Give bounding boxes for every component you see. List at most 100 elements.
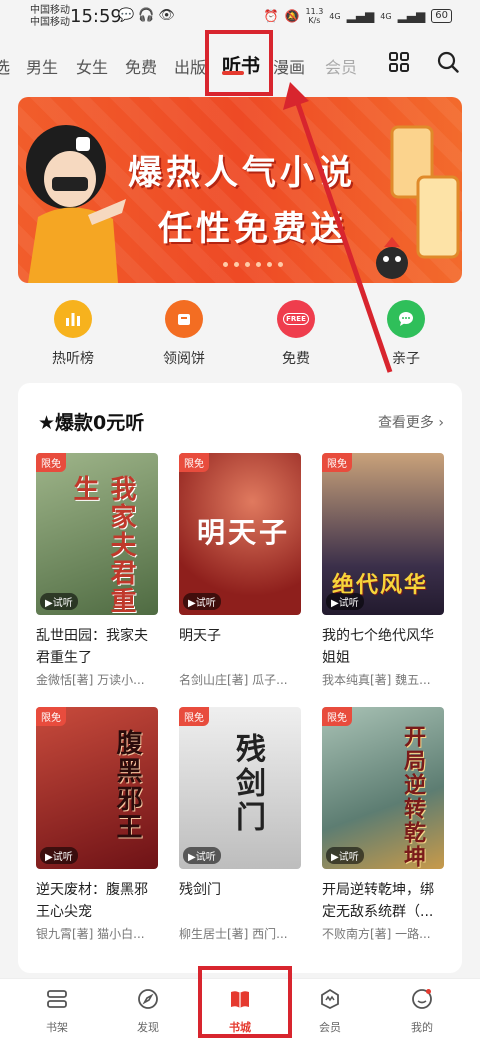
- banner-subheadline: 任性免费送: [158, 209, 348, 249]
- free-badge: 限免: [179, 707, 209, 726]
- book-card[interactable]: 腹黑邪王 限免 ▶试听 逆天废材：腹黑邪王心尖宠 银九霄[著] 猫小白...: [36, 707, 158, 942]
- trial-listen-tag: ▶试听: [183, 847, 221, 864]
- nav-label: 发现: [137, 1021, 159, 1034]
- category-grid-icon[interactable]: [389, 52, 409, 72]
- cover-title: 明天子: [197, 516, 291, 549]
- nav-vip[interactable]: 会员: [300, 987, 360, 1035]
- book-cover: 腹黑邪王 限免 ▶试听: [36, 707, 158, 869]
- crown-icon: [321, 988, 339, 1010]
- network-speed: 11.3 K/s: [305, 7, 323, 25]
- book-card[interactable]: 绝代风华 限免 ▶试听 我的七个绝代风华姐姐 我本纯真[著] 魏五...: [322, 453, 444, 688]
- profile-face-icon: [412, 989, 432, 1009]
- cover-title: 我家夫君重生: [69, 475, 136, 615]
- carrier-1: 中国移动: [30, 5, 70, 16]
- alarm-icon: ⏰: [263, 9, 279, 23]
- speed-value: 11.3: [305, 7, 324, 16]
- nav-discover[interactable]: 发现: [118, 987, 178, 1035]
- signal-icon-2: ▂▄▆: [397, 9, 426, 23]
- banner-pagination: [223, 262, 283, 267]
- book-title: 开局逆转乾坤，绑定无敌系统群（...: [322, 882, 434, 920]
- book-title: 我的七个绝代风华姐姐: [322, 628, 434, 666]
- book-cover: 绝代风华 限免 ▶试听: [322, 453, 444, 615]
- eye-icon: 👁: [158, 8, 175, 23]
- tab-female[interactable]: 女生: [76, 54, 108, 78]
- gift-box-icon: [165, 300, 203, 338]
- tab-free[interactable]: 免费: [125, 54, 157, 78]
- quick-entry-free[interactable]: FREE 免费: [256, 300, 336, 368]
- trial-listen-tag: ▶试听: [40, 593, 78, 610]
- promo-banner[interactable]: 爆热人气小说 任性免费送: [18, 97, 462, 283]
- system-icons: ⏰ 🔕 11.3 K/s 4G ▂▄▆ 4G ▂▄▆ 60: [264, 7, 452, 25]
- trial-listen-tag: ▶试听: [326, 847, 364, 864]
- highlight-box-tab: [205, 30, 273, 96]
- bar-chart-icon: [54, 300, 92, 338]
- network-type-2: 4G: [380, 11, 392, 21]
- book-author: 名剑山庄[著] 瓜子...: [179, 673, 288, 687]
- book-card[interactable]: 残剑门 限免 ▶试听 残剑门 柳生居士[著] 西门...: [179, 707, 301, 942]
- banner-headline: 爆热人气小说: [128, 153, 356, 193]
- nav-label: 书架: [46, 1021, 68, 1034]
- free-badge: 限免: [322, 707, 352, 726]
- chat-bubble-icon: [387, 300, 425, 338]
- quick-entry-family[interactable]: 亲子: [366, 300, 446, 368]
- compass-icon: [138, 989, 158, 1009]
- quick-entry-label: 亲子: [392, 351, 420, 367]
- highlight-box-nav: [198, 966, 292, 1038]
- book-author: 金微恬[著] 万读小...: [36, 673, 145, 687]
- banner-drinks-illustration: [376, 125, 460, 279]
- free-icon-text: FREE: [283, 313, 309, 325]
- mute-icon: 🔕: [284, 9, 300, 23]
- book-author: 不败南方[著] 一路...: [322, 927, 431, 941]
- nav-bookshelf[interactable]: 书架: [27, 987, 87, 1035]
- free-badge: 限免: [36, 453, 66, 472]
- book-author: 银九霄[著] 猫小白...: [36, 927, 145, 941]
- book-cover: 明天子 限免 ▶试听: [179, 453, 301, 615]
- quick-entry-reward[interactable]: 领阅饼: [144, 300, 224, 368]
- trial-listen-tag: ▶试听: [183, 593, 221, 610]
- nav-label: 我的: [411, 1021, 433, 1034]
- trial-listen-tag: ▶试听: [326, 593, 364, 610]
- free-badge: 限免: [322, 453, 352, 472]
- battery-icon: 60: [431, 9, 452, 23]
- book-title: 残剑门: [179, 882, 221, 898]
- tab-male[interactable]: 男生: [26, 54, 58, 78]
- speed-unit: K/s: [308, 16, 321, 25]
- book-author: 我本纯真[著] 魏五...: [322, 673, 431, 687]
- section-title: ★爆款0元听: [38, 412, 145, 434]
- nav-profile[interactable]: 我的: [392, 987, 452, 1035]
- book-title: 逆天废材：腹黑邪王心尖宠: [36, 882, 148, 920]
- cover-title: 腹黑邪王: [112, 729, 142, 841]
- free-listen-section: ★爆款0元听 查看更多 › 我家夫君重生 限免 ▶试听 乱世田园：我家夫君重生了…: [18, 383, 462, 973]
- book-cover: 开局逆转乾坤 限免 ▶试听: [322, 707, 444, 869]
- cover-title: 残剑门: [230, 733, 265, 835]
- bookshelf-icon: [47, 990, 67, 1008]
- tab-comic[interactable]: 漫画: [273, 54, 305, 78]
- quick-entry-hot-chart[interactable]: 热听榜: [33, 300, 113, 368]
- book-title: 乱世田园：我家夫君重生了: [36, 628, 148, 666]
- cover-title: 开局逆转乾坤: [400, 725, 425, 869]
- quick-entry-label: 热听榜: [52, 351, 94, 367]
- tab-selected-partial[interactable]: 选: [0, 54, 10, 78]
- nav-label: 会员: [319, 1021, 341, 1034]
- see-more-link[interactable]: 查看更多 ›: [378, 412, 444, 432]
- book-card[interactable]: 我家夫君重生 限免 ▶试听 乱世田园：我家夫君重生了 金微恬[著] 万读小...: [36, 453, 158, 688]
- tab-publish[interactable]: 出版: [174, 54, 206, 78]
- free-badge: 限免: [36, 707, 66, 726]
- book-author: 柳生居士[著] 西门...: [179, 927, 288, 941]
- book-card[interactable]: 开局逆转乾坤 限免 ▶试听 开局逆转乾坤，绑定无敌系统群（... 不败南方[著]…: [322, 707, 444, 942]
- book-card[interactable]: 明天子 限免 ▶试听 明天子 名剑山庄[著] 瓜子...: [179, 453, 301, 688]
- notification-icons: 💬 🎧 👁: [118, 8, 175, 23]
- trial-listen-tag: ▶试听: [40, 847, 78, 864]
- tab-vip[interactable]: 会员: [325, 54, 357, 78]
- quick-entry-label: 领阅饼: [163, 351, 205, 367]
- book-cover: 残剑门 限免 ▶试听: [179, 707, 301, 869]
- search-icon[interactable]: [437, 51, 459, 73]
- book-cover: 我家夫君重生 限免 ▶试听: [36, 453, 158, 615]
- network-type-1: 4G: [329, 11, 341, 21]
- signal-icon-1: ▂▄▆: [346, 9, 375, 23]
- book-title: 明天子: [179, 628, 221, 644]
- free-tag-icon: FREE: [277, 300, 315, 338]
- carrier-info: 中国移动 中国移动: [30, 5, 70, 29]
- message-icon: 💬: [118, 8, 135, 23]
- clock: 15:59: [70, 6, 122, 27]
